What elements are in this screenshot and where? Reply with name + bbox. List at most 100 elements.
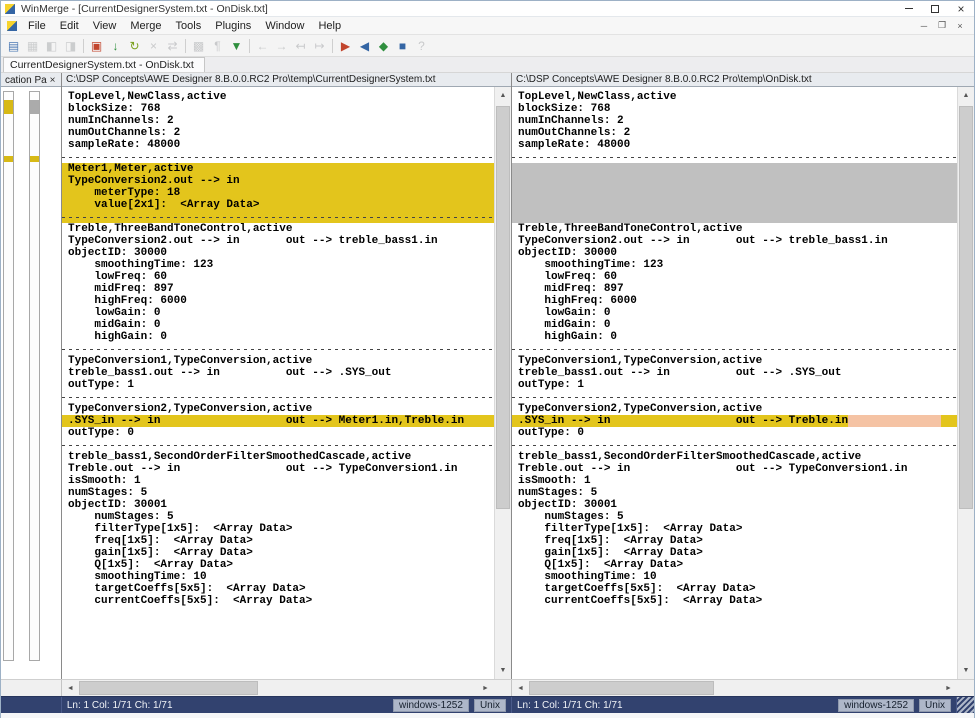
- toolbar-prev-diff-icon[interactable]: ←: [253, 37, 272, 55]
- menu-merge[interactable]: Merge: [123, 18, 168, 34]
- code-line[interactable]: Q[1x5]: <Array Data>: [512, 559, 957, 571]
- code-line[interactable]: Meter1,Meter,active: [62, 163, 494, 175]
- code-line[interactable]: [512, 439, 957, 451]
- location-bar-left[interactable]: [3, 91, 14, 661]
- right-hscroll-thumb[interactable]: [529, 681, 714, 695]
- code-line[interactable]: Treble,ThreeBandToneControl,active: [512, 223, 957, 235]
- code-line[interactable]: Q[1x5]: <Array Data>: [62, 559, 494, 571]
- code-line[interactable]: outType: 0: [62, 427, 494, 439]
- code-line[interactable]: highFreq: 6000: [62, 295, 494, 307]
- code-line[interactable]: TypeConversion2.out --> in out --> trebl…: [62, 235, 494, 247]
- code-line[interactable]: [512, 187, 957, 199]
- toolbar-first-diff-icon[interactable]: ↤: [291, 37, 310, 55]
- left-hscroll-thumb[interactable]: [79, 681, 258, 695]
- code-line[interactable]: treble_bass1.out --> in out --> .SYS_out: [62, 367, 494, 379]
- toolbar-reload-icon[interactable]: ↻: [125, 37, 144, 55]
- toolbar-auto-merge-icon[interactable]: ◆: [374, 37, 393, 55]
- code-line[interactable]: targetCoeffs[5x5]: <Array Data>: [512, 583, 957, 595]
- code-line[interactable]: [62, 343, 494, 355]
- code-line[interactable]: value[2x1]: <Array Data>: [62, 199, 494, 211]
- code-line[interactable]: TypeConversion1,TypeConversion,active: [512, 355, 957, 367]
- menu-window[interactable]: Window: [258, 18, 311, 34]
- scroll-left-icon[interactable]: ◄: [62, 680, 79, 696]
- child-close-button[interactable]: ×: [952, 19, 968, 32]
- code-line[interactable]: numOutChannels: 2: [62, 127, 494, 139]
- code-line[interactable]: [62, 151, 494, 163]
- code-line[interactable]: TopLevel,NewClass,active: [62, 91, 494, 103]
- child-restore-button[interactable]: ❐: [934, 19, 950, 32]
- right-vertical-scrollbar[interactable]: ▲ ▼: [957, 87, 974, 679]
- close-button[interactable]: ×: [948, 1, 974, 16]
- left-pane-content[interactable]: TopLevel,NewClass,activeblockSize: 768nu…: [62, 87, 494, 679]
- left-horizontal-scrollbar[interactable]: ◄ ►: [62, 680, 512, 696]
- code-line[interactable]: smoothingTime: 10: [62, 571, 494, 583]
- scroll-down-icon[interactable]: ▼: [495, 662, 511, 679]
- toolbar-next-diff-icon[interactable]: →: [272, 37, 291, 55]
- toolbar-save-left-icon[interactable]: ◧: [42, 37, 61, 55]
- code-line[interactable]: midGain: 0: [62, 319, 494, 331]
- code-line[interactable]: freq[1x5]: <Array Data>: [62, 535, 494, 547]
- code-line[interactable]: currentCoeffs[5x5]: <Array Data>: [62, 595, 494, 607]
- code-line[interactable]: outType: 1: [62, 379, 494, 391]
- menu-plugins[interactable]: Plugins: [208, 18, 258, 34]
- code-line[interactable]: [512, 163, 957, 175]
- code-line[interactable]: targetCoeffs[5x5]: <Array Data>: [62, 583, 494, 595]
- toolbar-swap-panes-icon[interactable]: ⇄: [163, 37, 182, 55]
- code-line[interactable]: [62, 391, 494, 403]
- minimize-button[interactable]: [896, 1, 922, 16]
- code-line[interactable]: .SYS_in --> in out --> Treble.in: [512, 415, 957, 427]
- location-diff-marker[interactable]: [4, 100, 13, 114]
- location-diff-marker[interactable]: [4, 156, 13, 162]
- code-line[interactable]: Treble.out --> in out --> TypeConversion…: [62, 463, 494, 475]
- right-horizontal-scrollbar[interactable]: ◄ ►: [512, 680, 974, 696]
- code-line[interactable]: TypeConversion2.out --> in out --> trebl…: [512, 235, 957, 247]
- code-line[interactable]: gain[1x5]: <Array Data>: [62, 547, 494, 559]
- code-line[interactable]: TypeConversion2.out --> in: [62, 175, 494, 187]
- toolbar-copy-right-icon[interactable]: ▶: [336, 37, 355, 55]
- code-line[interactable]: numStages: 5: [512, 487, 957, 499]
- location-diff-marker[interactable]: [30, 156, 39, 162]
- code-line[interactable]: sampleRate: 48000: [62, 139, 494, 151]
- code-line[interactable]: TypeConversion2,TypeConversion,active: [512, 403, 957, 415]
- scroll-right-icon[interactable]: ►: [940, 680, 957, 696]
- code-line[interactable]: [512, 211, 957, 223]
- code-line[interactable]: treble_bass1.out --> in out --> .SYS_out: [512, 367, 957, 379]
- code-line[interactable]: outType: 0: [512, 427, 957, 439]
- scroll-down-icon[interactable]: ▼: [958, 662, 974, 679]
- code-line[interactable]: .SYS_in --> in out --> Meter1.in,Treble.…: [62, 415, 494, 427]
- toolbar-save-icon[interactable]: ▦: [23, 37, 42, 55]
- code-line[interactable]: midFreq: 897: [512, 283, 957, 295]
- code-line[interactable]: lowGain: 0: [62, 307, 494, 319]
- code-line[interactable]: [62, 439, 494, 451]
- code-line[interactable]: numStages: 5: [512, 511, 957, 523]
- code-line[interactable]: currentCoeffs[5x5]: <Array Data>: [512, 595, 957, 607]
- right-pane-content[interactable]: TopLevel,NewClass,activeblockSize: 768nu…: [512, 87, 957, 679]
- code-line[interactable]: TopLevel,NewClass,active: [512, 91, 957, 103]
- menu-help[interactable]: Help: [311, 18, 348, 34]
- code-line[interactable]: [512, 175, 957, 187]
- location-pane-close-icon[interactable]: ×: [47, 75, 58, 86]
- scroll-up-icon[interactable]: ▲: [495, 87, 511, 104]
- code-line[interactable]: objectID: 30001: [62, 499, 494, 511]
- code-line[interactable]: [512, 391, 957, 403]
- code-line[interactable]: [62, 211, 494, 223]
- code-line[interactable]: [512, 199, 957, 211]
- toolbar-open-icon[interactable]: ▤: [4, 37, 23, 55]
- left-vertical-scrollbar[interactable]: ▲ ▼: [494, 87, 511, 679]
- code-line[interactable]: filterType[1x5]: <Array Data>: [512, 523, 957, 535]
- toolbar-file-compare-icon[interactable]: ↓: [106, 37, 125, 55]
- maximize-button[interactable]: [922, 1, 948, 16]
- toolbar-view-whitespace-icon[interactable]: ¶: [208, 37, 227, 55]
- resize-grip[interactable]: [957, 697, 974, 713]
- code-line[interactable]: sampleRate: 48000: [512, 139, 957, 151]
- toolbar-close-compare-icon[interactable]: ×: [144, 37, 163, 55]
- menu-edit[interactable]: Edit: [53, 18, 86, 34]
- code-line[interactable]: numInChannels: 2: [512, 115, 957, 127]
- code-line[interactable]: lowFreq: 60: [62, 271, 494, 283]
- code-line[interactable]: outType: 1: [512, 379, 957, 391]
- code-line[interactable]: TypeConversion2,TypeConversion,active: [62, 403, 494, 415]
- code-line[interactable]: midFreq: 897: [62, 283, 494, 295]
- code-line[interactable]: isSmooth: 1: [62, 475, 494, 487]
- document-system-menu-icon[interactable]: [7, 21, 17, 31]
- code-line[interactable]: numInChannels: 2: [62, 115, 494, 127]
